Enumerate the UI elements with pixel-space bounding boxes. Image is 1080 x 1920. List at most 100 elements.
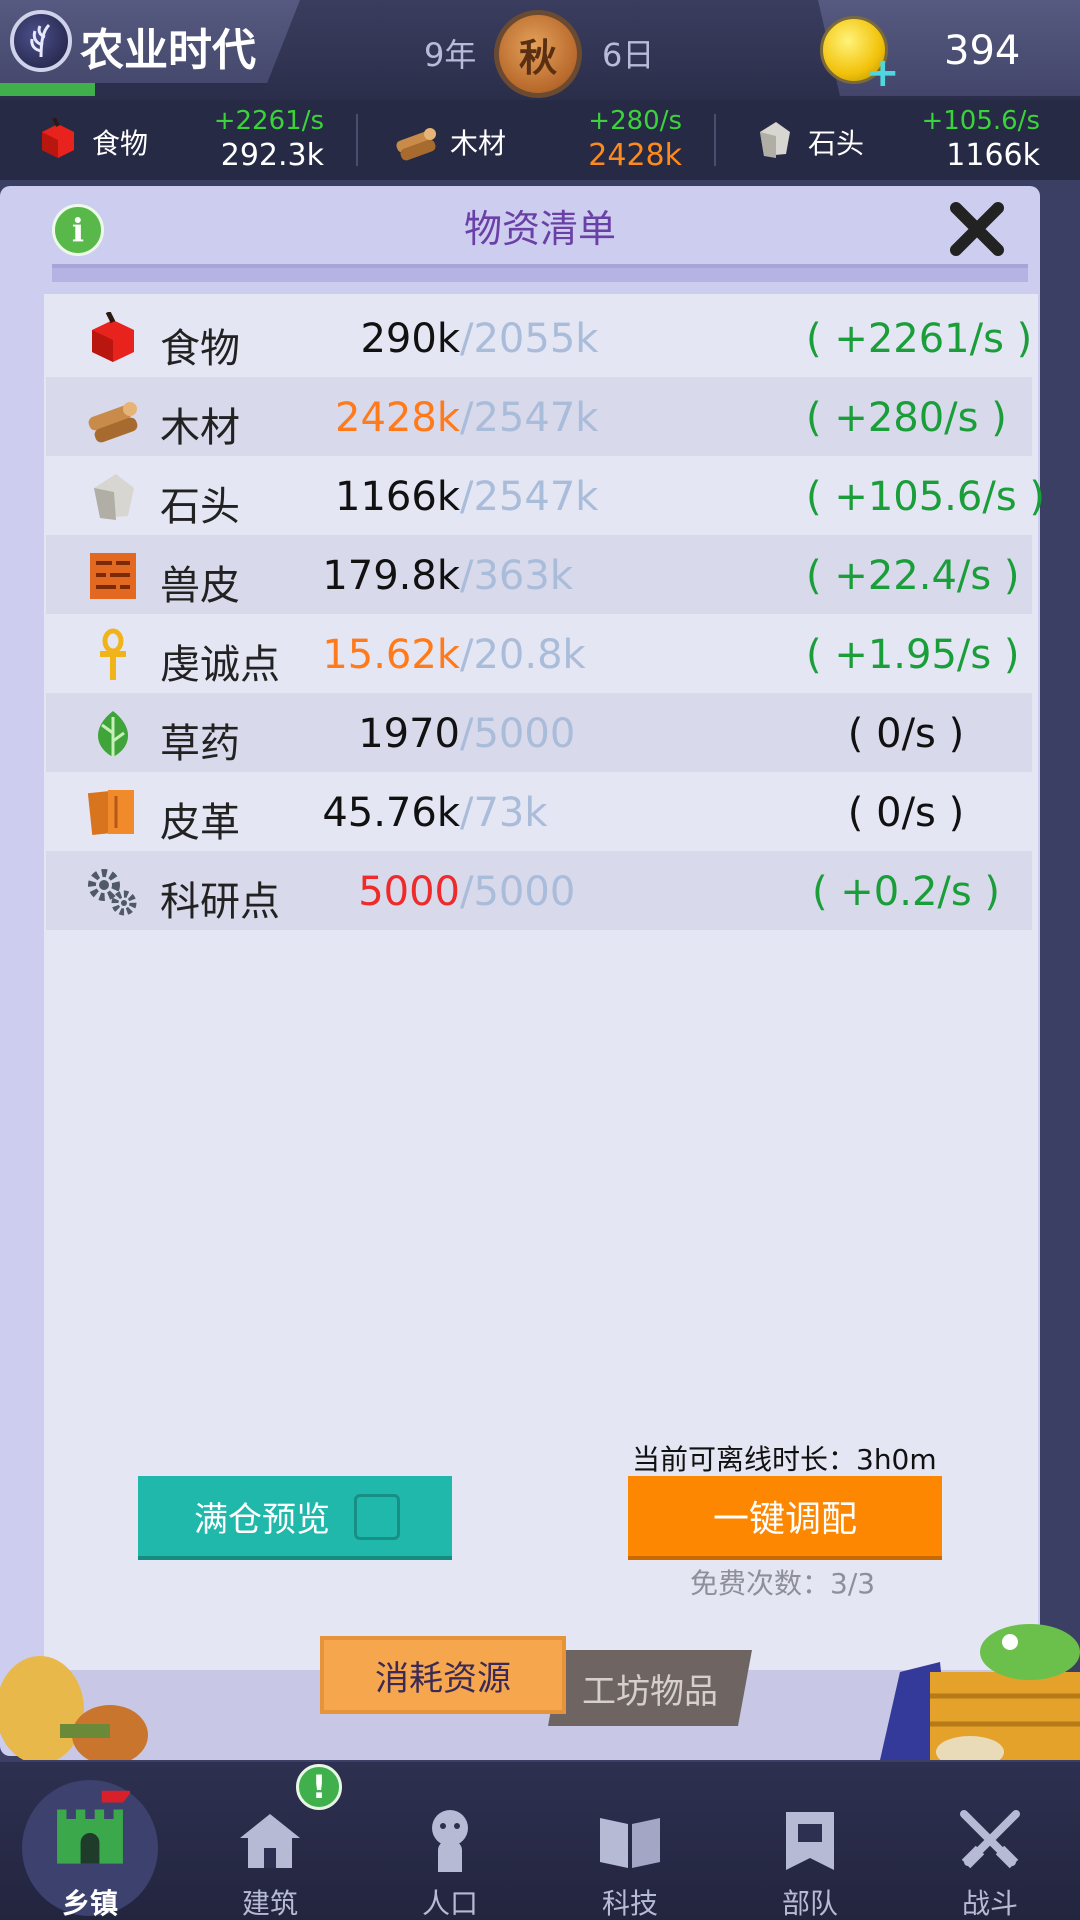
resource-capacity: /5000 — [460, 711, 576, 757]
panel-title: 物资清单 — [463, 207, 616, 251]
bottom-nav: 乡镇 建筑 人口 科技 部队 战斗 — [0, 1762, 1080, 1920]
era-panel[interactable]: 农业时代 — [0, 0, 300, 96]
add-gold-icon[interactable]: + — [866, 50, 900, 96]
apple-icon — [92, 312, 134, 362]
resource-row-food: 食物 290k /2055k ( +2261/s ) — [46, 298, 1032, 377]
nav-label: 部队 — [781, 1887, 838, 1920]
era-progress-bar — [0, 83, 270, 96]
date-year: 9年 — [424, 36, 477, 74]
auto-allocate-button[interactable]: 一键调配 — [628, 1476, 942, 1556]
resource-row-faith: 虔诚点 15.62k /20.8k ( +1.95/s ) — [46, 614, 1032, 693]
resource-amount: 5000 — [358, 869, 460, 915]
person-icon — [432, 1810, 468, 1872]
resource-name: 皮革 — [160, 800, 240, 846]
resource-rate: ( 0/s ) — [847, 790, 965, 836]
nav-label: 科技 — [601, 1887, 658, 1920]
resource-food[interactable]: 食物 +2261/s 292.3k — [0, 100, 360, 180]
resource-rate: ( +22.4/s ) — [806, 553, 1020, 599]
resource-capacity: /363k — [460, 553, 573, 599]
resource-rate: ( +2261/s ) — [806, 316, 1033, 362]
resource-rate: +105.6/s — [921, 106, 1040, 136]
resource-name: 石头 — [160, 484, 240, 530]
resource-name: 木材 — [160, 405, 240, 451]
resource-name: 兽皮 — [160, 563, 240, 609]
close-icon[interactable] — [946, 198, 1008, 260]
nav-town[interactable]: 乡镇 — [0, 1762, 180, 1920]
notification-badge: ! — [296, 1764, 342, 1810]
nav-population[interactable]: 人口 — [360, 1762, 540, 1920]
resource-amount: 1166k — [946, 138, 1040, 173]
resource-rate: ( 0/s ) — [847, 711, 965, 757]
nav-battle[interactable]: 战斗 — [900, 1762, 1080, 1920]
resource-wood[interactable]: 木材 +280/s 2428k — [358, 100, 718, 180]
banner-icon — [786, 1812, 834, 1870]
resource-amount: 1970 — [358, 711, 460, 757]
era-title: 农业时代 — [80, 25, 256, 76]
resource-capacity: /2547k — [460, 474, 599, 520]
resource-rate: ( +1.95/s ) — [806, 632, 1020, 678]
resource-row-wood: 木材 2428k /2547k ( +280/s ) — [46, 377, 1032, 456]
era-progress-fill — [0, 83, 95, 96]
resource-rate: ( +0.2/s ) — [811, 869, 1001, 915]
swords-icon — [960, 1810, 1020, 1869]
wood-icon — [88, 402, 138, 443]
ankh-icon — [100, 628, 126, 680]
resource-row-research: 科研点 5000 /5000 ( +0.2/s ) — [46, 851, 1032, 930]
resource-name: 科研点 — [160, 879, 280, 925]
resource-amount: 2428k — [588, 138, 682, 173]
tab-workshop-items[interactable]: 工坊物品 — [548, 1650, 752, 1726]
stone-icon — [94, 474, 134, 520]
title-divider — [52, 264, 1028, 282]
gears-icon — [88, 869, 137, 916]
wheat-icon — [10, 10, 72, 72]
preview-label: 满仓预览 — [194, 1499, 330, 1540]
resource-table: 食物 290k /2055k ( +2261/s ) 木材 2428k /254… — [46, 298, 1045, 930]
herb-icon — [97, 711, 129, 757]
apple-icon — [42, 118, 74, 158]
resource-rate: +2261/s — [213, 106, 324, 136]
season-icon: 秋 — [494, 10, 582, 98]
resource-capacity: /73k — [460, 790, 548, 836]
resource-rate: ( +280/s ) — [806, 395, 1007, 441]
stone-icon — [760, 122, 790, 158]
house-icon — [240, 1814, 300, 1868]
resource-amount: 15.62k — [322, 632, 460, 678]
resource-capacity: /2547k — [460, 395, 599, 441]
full-storage-preview-button[interactable]: 满仓预览 — [138, 1476, 452, 1556]
resource-amount: 1166k — [335, 474, 460, 520]
resource-row-stone: 石头 1166k /2547k ( +105.6/s ) — [46, 456, 1045, 535]
resource-name: 木材 — [450, 127, 507, 160]
resource-name: 草药 — [160, 721, 240, 767]
nav-technology[interactable]: 科技 — [540, 1762, 720, 1920]
resource-name: 食物 — [160, 326, 240, 372]
tab-consumables[interactable]: 消耗资源 — [320, 1636, 566, 1714]
resource-row-hide: 兽皮 179.8k /363k ( +22.4/s ) — [46, 535, 1032, 614]
resource-stone[interactable]: 石头 +105.6/s 1166k — [716, 100, 1076, 180]
nav-label: 人口 — [421, 1887, 478, 1920]
resource-amount: 179.8k — [322, 553, 460, 599]
resource-amount: 45.76k — [322, 790, 460, 836]
resource-bar: 食物 +2261/s 292.3k 木材 +280/s 2428k 石头 +10… — [0, 100, 1080, 180]
offline-duration: 当前可离线时长：3h0m — [632, 1443, 937, 1476]
date-day: 6日 — [602, 36, 655, 74]
resource-name: 石头 — [808, 127, 865, 160]
resource-capacity: /5000 — [460, 869, 576, 915]
free-count: 免费次数：3/3 — [690, 1567, 876, 1600]
resource-rate: +280/s — [588, 106, 682, 136]
gold-value: 394 — [944, 28, 1021, 74]
resource-rate: ( +105.6/s ) — [806, 474, 1045, 520]
castle-icon — [57, 1790, 130, 1864]
nav-label: 战斗 — [961, 1887, 1018, 1920]
resource-row-herb: 草药 1970 /5000 ( 0/s ) — [46, 693, 1032, 772]
top-bar: 农业时代 9年 秋 6日 + 394 — [0, 0, 1080, 100]
resource-capacity: /20.8k — [460, 632, 586, 678]
nav-label: 乡镇 — [61, 1887, 118, 1920]
preview-checkbox[interactable] — [354, 1494, 400, 1540]
resource-row-leather: 皮革 45.76k /73k ( 0/s ) — [46, 772, 1032, 851]
nav-troops[interactable]: 部队 — [720, 1762, 900, 1920]
wood-icon — [396, 128, 436, 161]
resource-amount: 292.3k — [220, 138, 324, 173]
resource-name: 食物 — [92, 127, 149, 160]
book-icon — [600, 1818, 660, 1868]
nav-label: 建筑 — [241, 1887, 298, 1920]
